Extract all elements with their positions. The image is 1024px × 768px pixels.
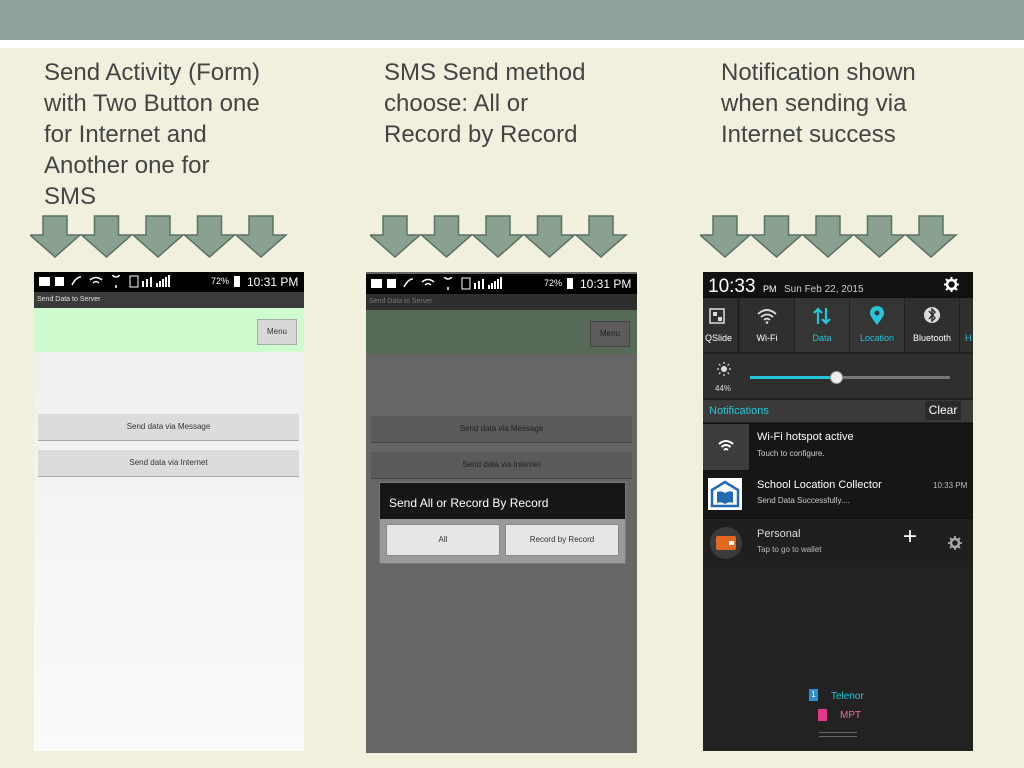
notification-title: Wi-Fi hotspot active — [757, 431, 854, 443]
data-icon — [813, 307, 831, 325]
status-bar: 72% 10:31 PM — [34, 272, 304, 292]
phone-sms-method: 72% 10:31 PM Send Data to Server Menu Se… — [366, 272, 637, 753]
wallet-icon — [710, 527, 742, 559]
location-pin-icon — [870, 306, 884, 325]
wifi-hotspot-icon — [703, 424, 749, 470]
shade-time: 10:33 — [708, 276, 756, 297]
battery-icon — [567, 278, 573, 289]
caption-send-activity: Send Activity (Form) with Two Button one… — [44, 59, 261, 210]
clear-button[interactable]: Clear — [925, 401, 961, 420]
down-arrow-icon — [700, 215, 752, 258]
down-arrow-icon — [574, 215, 628, 258]
slide-header-bar — [0, 0, 1024, 40]
dialog-title: Send All or Record By Record — [380, 483, 625, 519]
down-arrow-icon — [801, 215, 855, 258]
arrow-row-1 — [30, 215, 288, 259]
down-arrow-icon — [471, 215, 525, 258]
brightness-fill — [750, 376, 836, 379]
shade-date: Sun Feb 22, 2015 — [784, 284, 864, 295]
qslide-icon — [709, 308, 725, 324]
caption-sms-method: SMS Send method choose: All or Record by… — [384, 59, 586, 148]
down-arrow-icon — [904, 215, 958, 258]
send-via-message-button[interactable]: Send data via Message — [371, 416, 632, 443]
battery-icon — [234, 276, 240, 287]
down-arrow-icon — [852, 215, 907, 258]
clock: 10:31 PM — [247, 275, 299, 289]
sim2-operator: MPT — [840, 710, 862, 721]
caption-notification: Notification shown when sending via Inte… — [721, 59, 916, 148]
notifications-header: Notifications Clear — [703, 400, 973, 422]
send-mode-dialog: Send All or Record By Record All Record … — [379, 482, 626, 564]
notification-title: Personal — [757, 528, 801, 540]
clock: 10:31 PM — [580, 277, 632, 291]
tile-bluetooth[interactable]: Bluetooth — [905, 298, 959, 352]
shade-header: 10:33 PM Sun Feb 22, 2015 — [703, 272, 973, 298]
down-arrow-icon — [131, 215, 185, 258]
notification-wifi-hotspot[interactable]: Wi-Fi hotspot active Touch to configure. — [703, 423, 973, 470]
down-arrow-icon — [749, 215, 804, 258]
down-arrow-icon — [79, 215, 134, 258]
phone-notification-shade: 10:33 PM Sun Feb 22, 2015 QSlide Wi-Fi D… — [703, 272, 973, 751]
book-icon — [708, 478, 742, 510]
gear-icon[interactable] — [944, 277, 959, 292]
record-by-record-button[interactable]: Record by Record — [505, 524, 619, 556]
notification-subtitle: Touch to configure. — [757, 449, 825, 458]
phone-send-activity: 72% 10:31 PM Send Data to Server Menu Se… — [34, 272, 304, 751]
action-bar: Menu — [366, 310, 637, 354]
tile-data[interactable]: Data — [795, 298, 849, 352]
drag-handle[interactable] — [819, 732, 857, 737]
brightness-value: 44% — [715, 384, 732, 393]
sim1-icon: 1 — [809, 689, 818, 701]
sim1-operator: Telenor — [831, 691, 864, 702]
down-arrow-icon — [522, 215, 577, 258]
down-arrow-icon — [182, 215, 237, 258]
settings-gear-icon[interactable] — [948, 536, 962, 550]
notification-title: School Location Collector — [757, 479, 882, 491]
menu-button[interactable]: Menu — [257, 319, 297, 345]
brightness-slider[interactable] — [750, 371, 950, 384]
add-icon[interactable]: + — [903, 525, 917, 549]
tile-qslide[interactable]: QSlide — [703, 298, 737, 352]
notification-subtitle: Tap to go to wallet — [757, 545, 822, 554]
tile-location[interactable]: Location — [850, 298, 904, 352]
notification-personal[interactable]: Personal Tap to go to wallet + — [703, 518, 973, 567]
tile-partial[interactable]: H — [960, 298, 973, 352]
notification-subtitle: Send Data Successfully.... — [757, 496, 850, 505]
notification-school-location[interactable]: School Location Collector 10:33 PM Send … — [703, 470, 973, 518]
send-via-message-button[interactable]: Send data via Message — [38, 414, 299, 441]
status-bar: 72% 10:31 PM — [366, 274, 637, 294]
brightness-thumb[interactable] — [830, 371, 843, 384]
down-arrow-icon — [234, 215, 288, 258]
notification-time: 10:33 PM — [933, 481, 968, 490]
down-arrow-icon — [30, 215, 82, 258]
battery-level: 72% — [544, 278, 563, 288]
status-icons — [371, 277, 502, 290]
battery-level: 72% — [211, 276, 230, 286]
bluetooth-icon — [924, 307, 940, 323]
tile-wifi[interactable]: Wi-Fi — [740, 298, 794, 352]
shade-ampm: PM — [763, 284, 777, 294]
brightness-panel: 44% — [703, 354, 973, 398]
wifi-icon — [757, 309, 777, 324]
action-bar: Menu — [34, 308, 304, 352]
send-via-internet-button[interactable]: Send data via Internet — [371, 452, 632, 479]
all-button[interactable]: All — [386, 524, 500, 556]
sim2-icon — [818, 709, 827, 721]
app-title: Send Data to Server — [366, 294, 637, 310]
arrow-row-2 — [370, 215, 628, 259]
sun-icon — [717, 362, 731, 376]
notifications-label: Notifications — [709, 405, 769, 417]
menu-button[interactable]: Menu — [590, 321, 630, 347]
send-via-internet-button[interactable]: Send data via Internet — [38, 450, 299, 477]
slide-header-line — [0, 40, 1024, 48]
down-arrow-icon — [370, 215, 422, 258]
app-title: Send Data to Server — [34, 292, 304, 308]
arrow-row-3 — [700, 215, 958, 259]
down-arrow-icon — [419, 215, 474, 258]
